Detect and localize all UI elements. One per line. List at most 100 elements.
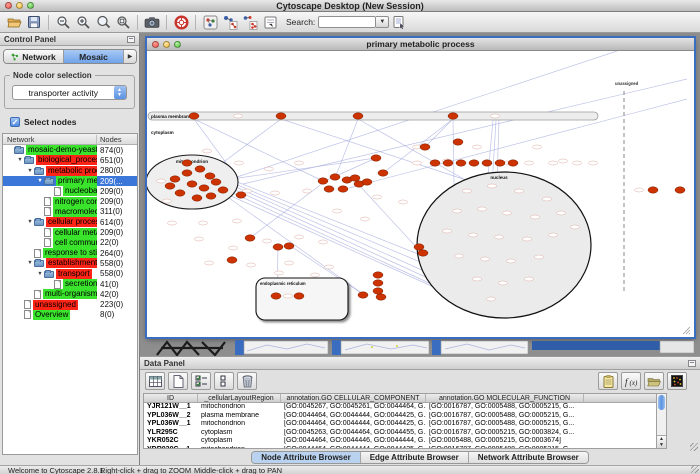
zoom-out-button[interactable] [53, 13, 73, 32]
network-node[interactable] [294, 293, 304, 299]
snapshot-button[interactable] [142, 13, 162, 32]
help-button[interactable] [171, 13, 191, 32]
tree-row[interactable]: ▼primary metabo209(... [3, 176, 137, 186]
node-color-attribute-select[interactable]: transporter activity ▲▼ [12, 85, 127, 100]
tree-row[interactable]: response to stimulu264(0) [3, 248, 137, 258]
tree-row[interactable]: Overview8(0) [3, 310, 137, 320]
tree-row[interactable]: cell communicat22(0) [3, 238, 137, 248]
network-node[interactable] [236, 192, 246, 198]
window-resize-grip[interactable] [683, 327, 690, 334]
tab-edge-attribute-browser[interactable]: Edge Attribute Browser [361, 452, 469, 463]
select-attributes-button[interactable] [191, 372, 211, 390]
network-node[interactable] [245, 235, 255, 241]
table-row[interactable]: YPL036W__1mitochondrion[GO:0044464, GO:0… [144, 420, 664, 429]
network-node[interactable] [227, 257, 237, 263]
network-node[interactable] [371, 155, 381, 161]
network-node[interactable] [284, 243, 294, 249]
table-column-header[interactable]: _cellularLayoutRegion [198, 394, 281, 402]
unselect-attributes-button[interactable] [214, 372, 234, 390]
network-node[interactable] [199, 185, 209, 191]
search-options-button[interactable] [389, 13, 409, 32]
network-node[interactable] [358, 292, 368, 298]
zoom-selected-region-button[interactable] [93, 13, 113, 32]
new-network-from-selected-edges-button[interactable] [240, 13, 260, 32]
tree-expand-arrow[interactable]: ▼ [26, 260, 34, 266]
table-row[interactable]: YDR039C__1mitochondrion[GO:0044464, GO:0… [144, 446, 664, 449]
tab-network[interactable]: Network [4, 50, 64, 63]
network-node[interactable] [453, 139, 463, 145]
network-node[interactable] [443, 160, 453, 166]
network-node[interactable] [353, 113, 363, 119]
network-node[interactable] [182, 160, 192, 166]
network-node[interactable] [469, 160, 479, 166]
network-node[interactable] [350, 175, 360, 181]
tree-expand-arrow[interactable]: ▼ [16, 157, 24, 163]
network-node[interactable] [187, 181, 197, 187]
zoom-fit-button[interactable] [113, 13, 133, 32]
network-node[interactable] [414, 244, 424, 250]
network-node[interactable] [373, 272, 383, 278]
network-node[interactable] [211, 179, 221, 185]
network-node[interactable] [175, 190, 185, 196]
network-node[interactable] [482, 160, 492, 166]
network-node[interactable] [430, 160, 440, 166]
tree-row[interactable]: cellular metabo209(0) [3, 227, 137, 237]
attribute-table-button[interactable] [145, 372, 165, 390]
import-attribute-file-button[interactable] [644, 372, 664, 390]
network-node[interactable] [170, 176, 180, 182]
new-attribute-button[interactable] [168, 372, 188, 390]
matrix-browser-button[interactable] [667, 372, 687, 390]
network-node[interactable] [418, 250, 428, 256]
network-canvas[interactable]: plasma membrane cytoplasm mitochondrion … [147, 51, 692, 336]
tree-expand-arrow[interactable]: ▼ [26, 219, 34, 225]
network-node[interactable] [195, 166, 205, 172]
network-node[interactable] [420, 144, 430, 150]
tree-expand-arrow[interactable]: ▼ [36, 271, 44, 277]
network-node[interactable] [324, 186, 334, 192]
select-nodes-checkbox[interactable]: ✓ [10, 117, 20, 127]
table-row[interactable]: YJR121W__1mitochondrion[GO:0045267, GO:0… [144, 403, 664, 412]
network-node[interactable] [192, 195, 202, 201]
network-node[interactable] [182, 170, 192, 176]
network-node[interactable] [205, 173, 215, 179]
network-node[interactable] [338, 186, 348, 192]
network-node[interactable] [508, 160, 518, 166]
scrollbar-arrows[interactable]: ▲▼ [657, 435, 666, 448]
search-dropdown-button[interactable]: ▼ [376, 16, 389, 28]
network-node[interactable] [189, 113, 199, 119]
network-node[interactable] [378, 170, 388, 176]
tree-row[interactable]: nucleobase-209(0) [3, 186, 137, 196]
new-network-from-selected-nodes-button[interactable] [220, 13, 240, 32]
tab-network-attribute-browser[interactable]: Network Attribute Browser [469, 452, 588, 463]
table-row[interactable]: YKR052Ccytoplasm[GO:0044464, GO:0044446,… [144, 437, 664, 446]
network-node[interactable] [362, 179, 372, 185]
network-node[interactable] [373, 288, 383, 294]
tree-row[interactable]: macromolecule311(0) [3, 207, 137, 217]
tree-row[interactable]: ▼establishment of lo558(0) [3, 258, 137, 268]
main-titlebar[interactable]: Cytoscape Desktop (New Session) [0, 0, 700, 12]
scrollbar-thumb[interactable] [658, 395, 665, 410]
table-column-header[interactable]: ID [144, 394, 198, 402]
annotation-button[interactable] [598, 372, 618, 390]
tab-node-attribute-browser[interactable]: Node Attribute Browser [252, 452, 361, 463]
network-node[interactable] [448, 113, 458, 119]
delete-attribute-button[interactable] [237, 372, 257, 390]
save-session-button[interactable] [24, 13, 44, 32]
network-node[interactable] [318, 178, 328, 184]
import-attributes-button[interactable] [260, 13, 280, 32]
window-resize-grip[interactable] [691, 465, 699, 473]
tree-row[interactable]: ▼metabolic process280(0) [3, 166, 137, 176]
network-node[interactable] [206, 193, 216, 199]
table-column-header[interactable]: annotation.GO CELLULAR_COMPONENT [281, 394, 426, 402]
network-node[interactable] [376, 294, 386, 300]
attribute-table[interactable]: ID_cellularLayoutRegionannotation.GO CEL… [143, 393, 665, 449]
tree-row[interactable]: secretion41(0) [3, 279, 137, 289]
network-node[interactable] [648, 187, 658, 193]
network-view-titlebar[interactable]: primary metabolic process [147, 38, 694, 51]
table-row[interactable]: YLR295Ccytoplasm[GO:0045263, GO:0044464,… [144, 429, 664, 438]
search-input[interactable] [318, 16, 376, 28]
network-node[interactable] [273, 244, 283, 250]
network-view-window[interactable]: primary metabolic process plasma membran… [147, 38, 694, 337]
tree-row[interactable]: ▼transport558(0) [3, 269, 137, 279]
panel-resize-grip[interactable] [690, 443, 698, 451]
